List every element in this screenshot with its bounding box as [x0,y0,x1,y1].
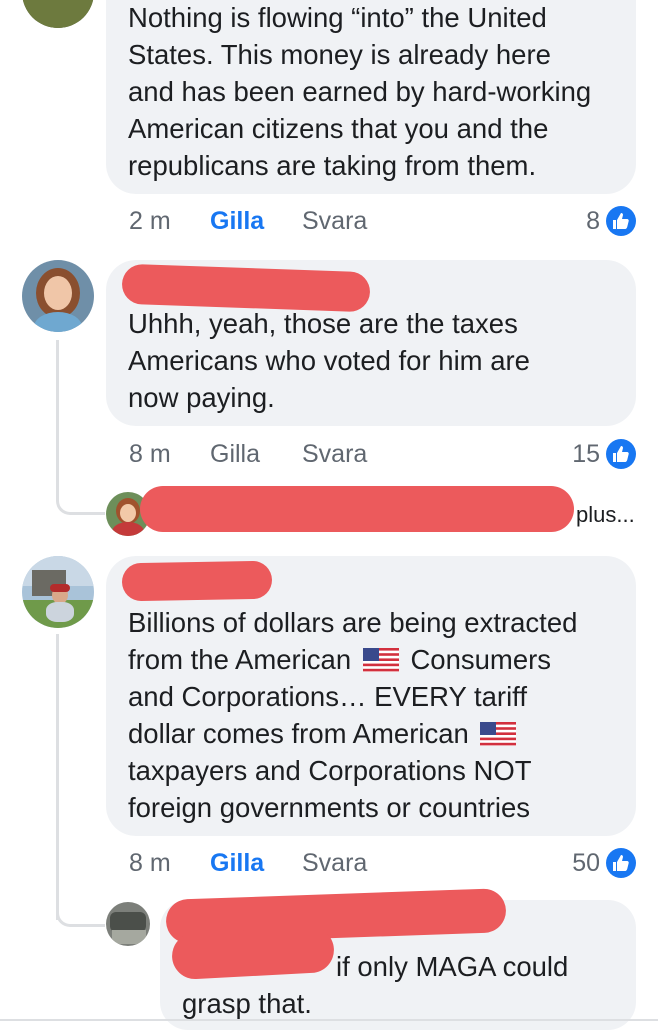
comment-text-line: Nothing is flowing “into” the United [128,2,547,33]
like-button[interactable]: Gilla [210,439,260,469]
comment-text-line: Uhhh, yeah, those are the taxes [128,308,518,339]
avatar[interactable] [22,260,94,332]
thumbs-up-icon [606,206,636,236]
thumbs-up-icon [606,848,636,878]
thread-connector [56,480,105,515]
comment-time: 2 m [129,207,171,235]
comment-text-segment: from the American [128,644,352,675]
thumbs-up-icon [606,439,636,469]
comment-text-line: and Corporations… EVERY tariff [128,681,527,712]
reaction-count[interactable]: 15 [550,439,600,469]
redacted-reply-preview [140,486,574,532]
avatar[interactable] [106,902,150,946]
comment-text-line: Americans who voted for him are [128,345,530,376]
comment-text-line: from the American Consumers [128,641,551,678]
bottom-divider [0,1019,658,1021]
comment-time: 8 m [129,849,171,877]
comment-text-line: dollar comes from American [128,715,520,752]
comment-time: 8 m [129,440,171,468]
like-button[interactable]: Gilla [210,206,264,236]
avatar[interactable] [22,0,94,28]
comment-text-segment: dollar comes from American [128,718,469,749]
avatar[interactable] [22,556,94,628]
thread-connector [56,896,105,927]
reply-button[interactable]: Svara [302,206,367,236]
reaction-count[interactable]: 8 [560,206,600,236]
comment-text-line: now paying. [128,382,275,413]
thread-line [56,634,59,920]
like-button[interactable]: Gilla [210,848,264,878]
us-flag-icon [480,722,517,746]
reaction-count[interactable]: 50 [550,848,600,878]
thread-line [56,340,59,500]
comment-text-line: grasp that. [182,988,312,1019]
comment-text-segment: Consumers [410,644,552,675]
comment-text-line: if only MAGA could [336,951,569,982]
comment-text-line: republicans are taking from them. [128,150,537,181]
comment-text-line: foreign governments or countries [128,792,531,823]
comment-text-line: States. This money is already here [128,39,551,70]
redacted-author-name [121,560,273,602]
comment-text-line: and has been earned by hard-working [128,76,592,107]
reply-button[interactable]: Svara [302,848,367,878]
us-flag-icon [362,648,399,672]
redacted-author-name [170,925,336,981]
comment-text-line: Billions of dollars are being extracted [128,607,578,638]
comment-text-line: taxpayers and Corporations NOT [128,755,532,786]
see-more-link[interactable]: plus... [576,502,635,528]
comment-text-line: American citizens that you and the [128,113,549,144]
reply-button[interactable]: Svara [302,439,367,469]
